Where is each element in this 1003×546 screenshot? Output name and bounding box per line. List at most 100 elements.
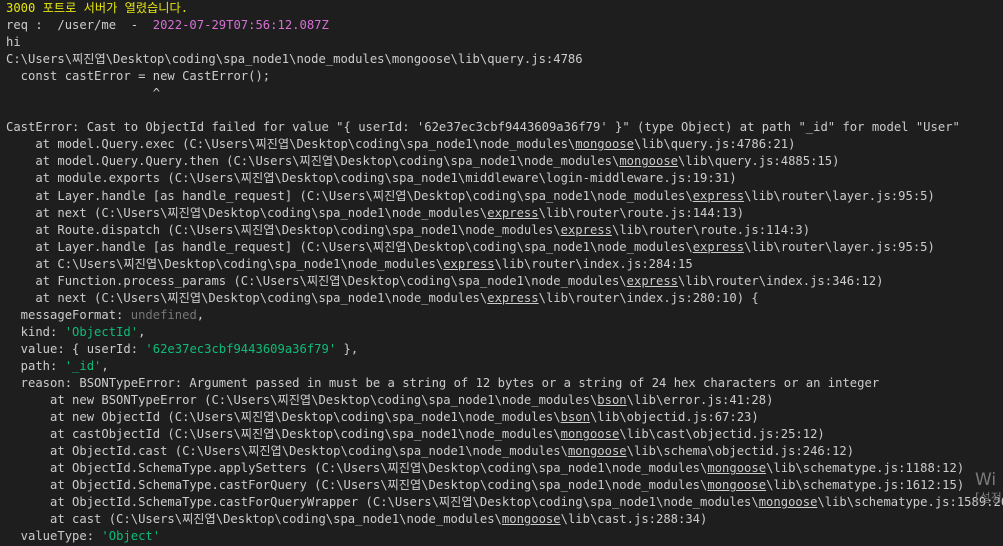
terminal-text: at ObjectId.cast (C:\Users\찌진엽\Desktop\c…	[6, 444, 568, 459]
module-link[interactable]: express	[487, 291, 538, 305]
terminal-text: path:	[6, 358, 65, 373]
module-link[interactable]: mongoose	[759, 495, 818, 509]
terminal-line: C:\Users\찌진엽\Desktop\coding\spa_node1\no…	[6, 51, 1003, 68]
terminal-line: at module.exports (C:\Users\찌진엽\Desktop\…	[6, 170, 1003, 187]
module-link[interactable]: express	[561, 223, 612, 237]
terminal-line: at Layer.handle [as handle_request] (C:\…	[6, 239, 1003, 256]
module-link[interactable]: mongoose	[561, 427, 620, 441]
terminal-text: \lib\router\route.js:114:3)	[611, 222, 811, 237]
terminal-text: at C:\Users\찌진엽\Desktop\coding\spa_node1…	[6, 256, 444, 271]
module-link[interactable]: express	[487, 206, 538, 220]
terminal-text: CastError: Cast to ObjectId failed for v…	[6, 120, 960, 135]
terminal-text: at next (C:\Users\찌진엽\Desktop\coding\spa…	[6, 290, 488, 305]
terminal-line: path: '_id',	[6, 358, 1003, 375]
terminal-text: 2022-07-29T07:56:12.087Z	[152, 18, 329, 33]
terminal-text: at Function.process_params (C:\Users\찌진엽…	[6, 273, 627, 288]
terminal-text: hi	[6, 35, 21, 50]
terminal-text: at model.Query.Query.then (C:\Users\찌진엽\…	[6, 154, 620, 169]
terminal-text: \lib\schematype.js:1589:20)	[817, 495, 1003, 510]
terminal-line: valueType: 'Object'	[6, 528, 1003, 545]
terminal-text: at ObjectId.SchemaType.castForQueryWrapp…	[6, 495, 759, 510]
terminal-text: at new BSONTypeError (C:\Users\찌진엽\Deskt…	[6, 393, 598, 408]
terminal-text: kind:	[6, 324, 65, 339]
terminal-text: value: { userId:	[6, 341, 146, 356]
terminal-text: ,	[101, 358, 109, 373]
terminal-text: messageFormat:	[6, 307, 131, 322]
terminal-line: at ObjectId.SchemaType.applySetters (C:\…	[6, 460, 1003, 477]
terminal-line: req : /user/me - 2022-07-29T07:56:12.087…	[6, 17, 1003, 34]
terminal-line: value: { userId: '62e37ec3cbf9443609a36f…	[6, 341, 1003, 358]
terminal-line: const castError = new CastError();	[6, 68, 1003, 85]
module-link[interactable]: bson	[597, 393, 626, 407]
module-link[interactable]: express	[693, 240, 744, 254]
terminal-text: at ObjectId.SchemaType.castForQuery (C:\…	[6, 478, 708, 493]
terminal-line: at C:\Users\찌진엽\Desktop\coding\spa_node1…	[6, 256, 1003, 273]
terminal-text: \lib\router\index.js:280:10) {	[538, 290, 759, 305]
module-link[interactable]: bson	[561, 410, 590, 424]
terminal-text: at new ObjectId (C:\Users\찌진엽\Desktop\co…	[6, 410, 561, 425]
terminal-text: at Layer.handle [as handle_request] (C:\…	[6, 239, 693, 254]
terminal-line: at model.Query.exec (C:\Users\찌진엽\Deskto…	[6, 136, 1003, 153]
terminal-text: at next (C:\Users\찌진엽\Desktop\coding\spa…	[6, 205, 488, 220]
terminal-text: req : /user/me -	[6, 18, 153, 33]
terminal-text: at castObjectId (C:\Users\찌진엽\Desktop\co…	[6, 427, 561, 442]
terminal-line: reason: BSONTypeError: Argument passed i…	[6, 375, 1003, 392]
module-link[interactable]: express	[693, 189, 744, 203]
terminal-text: '_id'	[64, 358, 102, 373]
terminal-line: at Layer.handle [as handle_request] (C:\…	[6, 188, 1003, 205]
terminal-line: at next (C:\Users\찌진엽\Desktop\coding\spa…	[6, 290, 1003, 307]
terminal-text: at model.Query.exec (C:\Users\찌진엽\Deskto…	[6, 137, 576, 152]
terminal-text: },	[336, 341, 359, 356]
terminal-text: ^	[6, 86, 161, 101]
terminal-line: at cast (C:\Users\찌진엽\Desktop\coding\spa…	[6, 511, 1003, 528]
terminal-text: 3000 포트로 서버가 열렸습니다.	[6, 1, 189, 15]
terminal-text: valueType:	[6, 529, 102, 544]
terminal-text: \lib\query.js:4786:21)	[633, 137, 796, 152]
terminal-text: ,	[138, 324, 146, 339]
terminal-panel[interactable]: 3000 포트로 서버가 열렸습니다. req : /user/me - 2022…	[0, 0, 1003, 546]
terminal-text: \lib\router\route.js:144:13)	[538, 205, 745, 220]
terminal-text: C:\Users\찌진엽\Desktop\coding\spa_node1\no…	[6, 52, 583, 67]
terminal-text: at ObjectId.SchemaType.applySetters (C:\…	[6, 461, 708, 476]
terminal-text: \lib\schematype.js:1188:12)	[766, 461, 965, 476]
module-link[interactable]: mongoose	[707, 478, 766, 492]
terminal-text: \lib\router\layer.js:95:5)	[744, 188, 935, 203]
module-link[interactable]: mongoose	[568, 444, 627, 458]
terminal-text: const castError = new CastError();	[6, 69, 271, 84]
terminal-output: 3000 포트로 서버가 열렸습니다. req : /user/me - 2022…	[6, 0, 1003, 546]
terminal-text: at Route.dispatch (C:\Users\찌진엽\Desktop\…	[6, 222, 561, 237]
terminal-text: \lib\router\index.js:346:12)	[678, 273, 884, 288]
terminal-text: \lib\objectid.js:67:23)	[589, 410, 759, 425]
terminal-line: ^	[6, 85, 1003, 102]
terminal-text: at Layer.handle [as handle_request] (C:\…	[6, 188, 693, 203]
terminal-text: ,	[196, 307, 205, 322]
module-link[interactable]: mongoose	[619, 154, 678, 168]
terminal-text: at cast (C:\Users\찌진엽\Desktop\coding\spa…	[6, 512, 502, 527]
terminal-line: at Route.dispatch (C:\Users\찌진엽\Desktop\…	[6, 222, 1003, 239]
terminal-text: \lib\cast.js:288:34)	[560, 512, 708, 527]
terminal-line: kind: 'ObjectId',	[6, 324, 1003, 341]
terminal-text: \lib\query.js:4885:15)	[678, 154, 840, 169]
terminal-text: \lib\schema\objectid.js:246:12)	[626, 444, 855, 459]
terminal-text: \lib\error.js:41:28)	[626, 393, 774, 408]
terminal-line: at model.Query.Query.then (C:\Users\찌진엽\…	[6, 153, 1003, 170]
module-link[interactable]: mongoose	[502, 512, 561, 526]
terminal-text: 'ObjectId'	[64, 324, 139, 339]
terminal-line: 3000 포트로 서버가 열렸습니다.	[6, 0, 1003, 17]
terminal-line: CastError: Cast to ObjectId failed for v…	[6, 119, 1003, 136]
terminal-text: at module.exports (C:\Users\찌진엽\Desktop\…	[6, 171, 737, 186]
terminal-line: at castObjectId (C:\Users\찌진엽\Desktop\co…	[6, 426, 1003, 443]
terminal-line: at Function.process_params (C:\Users\찌진엽…	[6, 273, 1003, 290]
module-link[interactable]: express	[627, 274, 678, 288]
terminal-line: hi	[6, 34, 1003, 51]
terminal-line: messageFormat: undefined,	[6, 307, 1003, 324]
terminal-text: \lib\router\index.js:284:15	[494, 256, 693, 271]
terminal-line: at ObjectId.cast (C:\Users\찌진엽\Desktop\c…	[6, 443, 1003, 460]
terminal-text: '62e37ec3cbf9443609a36f79'	[145, 341, 337, 356]
module-link[interactable]: mongoose	[575, 137, 634, 151]
module-link[interactable]: express	[443, 257, 494, 271]
module-link[interactable]: mongoose	[707, 461, 766, 475]
terminal-line: at new BSONTypeError (C:\Users\찌진엽\Deskt…	[6, 392, 1003, 409]
terminal-line: at next (C:\Users\찌진엽\Desktop\coding\spa…	[6, 205, 1003, 222]
